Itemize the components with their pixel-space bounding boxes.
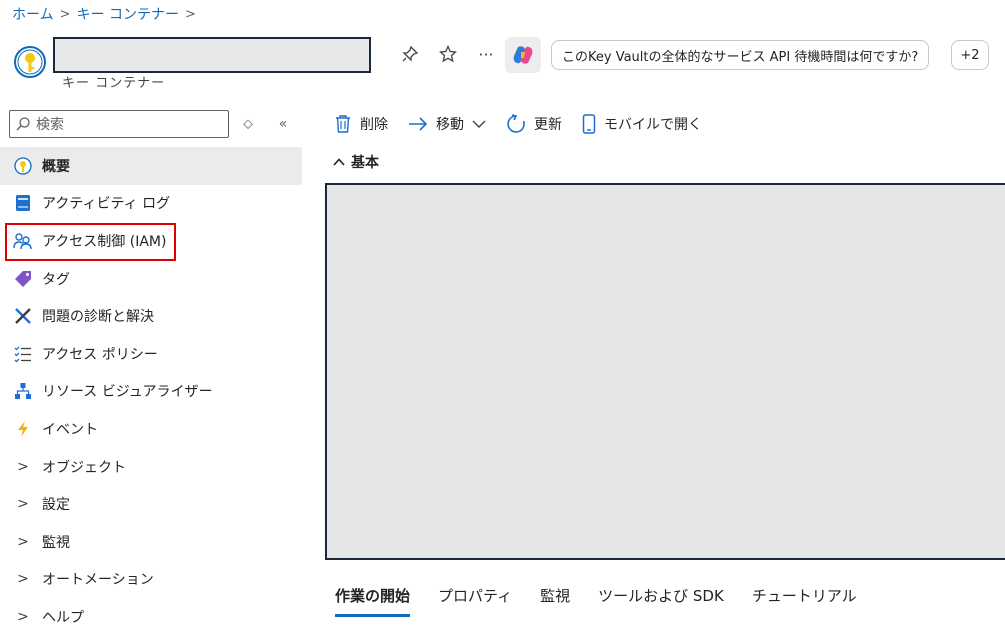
search-box[interactable]: 検索 [9,110,229,138]
tab-bar: 作業の開始 プロパティ 監視 ツールおよび SDK チュートリアル [335,585,885,617]
search-icon [16,117,30,131]
copilot-prompt-chip[interactable]: このKey Vaultの全体的なサービス API 待機時間は何ですか? [551,40,930,70]
chevron-right-icon: > [59,6,71,22]
sidebar-item-resource-visualizer[interactable]: リソース ビジュアライザー [0,373,302,411]
hierarchy-icon [13,381,33,401]
refresh-label: 更新 [534,117,562,133]
pin-icon [402,45,419,62]
essentials-toggle[interactable]: 基本 [333,152,379,172]
sidebar-item-label: 問題の診断と解決 [42,309,154,326]
sidebar-item-label: イベント [42,421,98,438]
sidebar-item-label: アクセス制御 (IAM) [42,233,167,250]
tab-properties[interactable]: プロパティ [438,585,512,617]
people-icon [13,231,33,251]
sidebar-nav: 概要 アクティビティ ログ アクセス制御 (IAM) タグ 問題の診断と解決 ア… [0,147,302,636]
star-icon [439,45,457,63]
sidebar-item-label: アクティビティ ログ [42,196,171,213]
tab-monitoring[interactable]: 監視 [540,585,570,617]
chevron-right-icon: > [17,533,29,550]
sidebar-item-label: 概要 [42,158,70,175]
key-vault-icon [14,46,46,78]
collapse-sidebar-button[interactable]: « [271,112,295,136]
sidebar-item-tags[interactable]: タグ [0,260,302,298]
checklist-icon [13,344,33,364]
breadcrumb-home[interactable]: ホーム [12,4,54,24]
sidebar-item-label: オートメーション [42,572,154,589]
sidebar-item-label: オブジェクト [42,459,126,476]
sidebar-item-access-control[interactable]: アクセス制御 (IAM) [0,222,302,260]
sidebar-item-overview[interactable]: 概要 [0,147,302,185]
sidebar-item-settings[interactable]: > 設定 [0,485,302,523]
chevron-right-icon: > [17,496,29,513]
copilot-icon [513,46,533,64]
refresh-icon [506,114,526,134]
command-bar: 削除 移動 更新 モバイルで開く [334,110,722,138]
tab-tutorials[interactable]: チュートリアル [752,585,857,617]
key-vault-icon [13,156,33,176]
resource-name-redacted [53,37,371,73]
sidebar-item-diagnose[interactable]: 問題の診断と解決 [0,297,302,335]
sidebar-item-label: タグ [42,271,70,288]
tab-tools-sdks[interactable]: ツールおよび SDK [598,585,724,617]
header-actions: ··· [396,40,500,68]
lightning-icon [13,419,33,439]
activity-log-icon [13,193,33,213]
refresh-button[interactable]: 更新 [506,114,562,134]
sidebar-item-label: アクセス ポリシー [42,346,158,363]
favorite-button[interactable] [434,40,462,68]
trash-icon [334,114,352,134]
chevron-right-icon: > [184,6,196,22]
sidebar-item-monitoring[interactable]: > 監視 [0,523,302,561]
arrow-right-icon [408,116,428,132]
sidebar-item-label: リソース ビジュアライザー [42,384,213,401]
more-button[interactable]: ··· [472,40,500,68]
wrench-icon [13,306,33,326]
chevron-right-icon: > [17,608,29,625]
sidebar-item-label: 監視 [42,534,70,551]
sidebar-item-objects[interactable]: > オブジェクト [0,448,302,486]
breadcrumb: ホーム > キー コンテナー > [12,4,202,24]
move-label: 移動 [436,117,464,133]
move-button[interactable]: 移動 [408,114,486,134]
chevron-right-icon: > [17,458,29,475]
resource-type-label: キー コンテナー [62,76,166,91]
sidebar-item-help[interactable]: > ヘルプ [0,598,302,636]
delete-button[interactable]: 削除 [334,114,388,134]
copilot-button[interactable] [505,37,541,73]
delete-label: 削除 [360,117,388,133]
sidebar-item-label: 設定 [42,497,70,514]
sidebar-item-automation[interactable]: > オートメーション [0,561,302,599]
open-in-mobile-label: モバイルで開く [604,117,702,133]
updown-icon: ⬦ [243,116,253,132]
sidebar-item-activity-log[interactable]: アクティビティ ログ [0,185,302,223]
chevron-right-icon: > [17,571,29,588]
sidebar-item-label: ヘルプ [42,609,84,626]
mobile-icon [582,114,596,134]
more-icon: ··· [478,44,494,64]
chevron-up-icon [333,154,345,170]
chevron-down-icon [472,119,486,129]
tag-icon [13,269,33,289]
search-input[interactable]: 検索 [36,114,64,134]
tab-get-started[interactable]: 作業の開始 [335,585,411,617]
breadcrumb-key-container[interactable]: キー コンテナー [77,4,179,24]
sidebar-item-access-policies[interactable]: アクセス ポリシー [0,335,302,373]
sidebar-item-events[interactable]: イベント [0,410,302,448]
sort-toggle-button[interactable]: ⬦ [236,112,260,136]
double-chevron-left-icon: « [278,116,288,132]
essentials-title: 基本 [351,155,379,171]
open-in-mobile-button[interactable]: モバイルで開く [582,114,702,134]
pin-button[interactable] [396,40,424,68]
essentials-panel-redacted [325,183,1005,560]
more-prompts-chip[interactable]: +2 [951,40,989,70]
